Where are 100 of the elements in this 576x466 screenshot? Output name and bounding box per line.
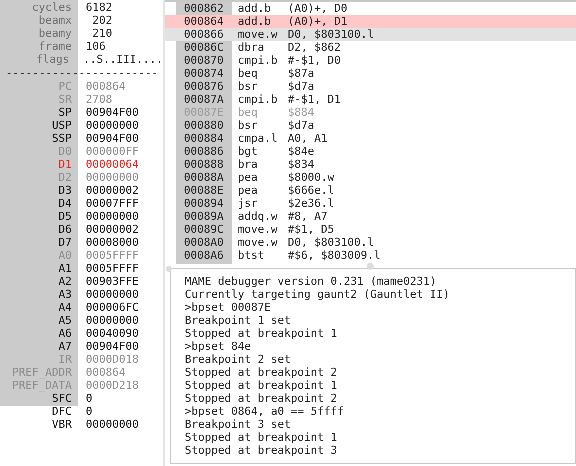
register-name: A5	[58, 314, 72, 327]
field-value: 6182	[86, 1, 112, 14]
register-value: 00000000	[86, 288, 139, 301]
register-name: D1	[58, 158, 72, 171]
mnemonic-cell: bgt	[238, 145, 258, 158]
register-value: 000006FC	[86, 301, 139, 314]
mnemonic-cell: move.w	[238, 236, 278, 249]
register-name: A2	[58, 275, 72, 288]
address-cell: 0008A0	[184, 236, 224, 249]
register-value: 00000002	[86, 184, 139, 197]
register-name: A6	[58, 327, 72, 340]
address-cell: 000888	[184, 158, 224, 171]
field-label: beamy	[38, 27, 72, 40]
mnemonic-cell: cmpa.l	[238, 132, 278, 145]
mnemonic-cell: addq.w	[238, 210, 278, 223]
register-value: 00000000	[86, 210, 139, 223]
register-value: 00000000	[86, 314, 139, 327]
register-value: 00000000	[86, 171, 139, 184]
address-cell: 00087A	[184, 93, 224, 106]
register-name: A3	[58, 288, 72, 301]
register-name: SSP	[52, 132, 72, 145]
operands-cell: D0, $803100.l	[288, 28, 374, 41]
register-name: D6	[58, 223, 72, 236]
address-cell: 00089C	[184, 223, 224, 236]
register-name: A0	[58, 249, 72, 262]
register-name: D0	[58, 145, 72, 158]
register-value: 0005FFFF	[86, 262, 139, 275]
register-value: 00904F00	[86, 340, 139, 353]
mnemonic-cell: pea	[238, 184, 258, 197]
mnemonic-cell: cmpi.b	[238, 54, 278, 67]
register-value: 00000000	[86, 119, 139, 132]
console-line: Stopped at breakpoint 1	[185, 379, 338, 392]
console-line: MAME debugger version 0.231 (mame0231)	[185, 275, 437, 288]
console-line: >bpset 00087E	[185, 301, 272, 314]
cursor-line-highlight[interactable]: 000866 move.w D0, $803100.l	[165, 28, 576, 41]
console-line: Breakpoint 2 set	[185, 353, 291, 366]
operands-cell: $8000.w	[288, 171, 334, 184]
address-cell: 000876	[184, 80, 224, 93]
field-value: 210	[92, 27, 112, 40]
register-name: IR	[58, 353, 72, 366]
operands-cell: A0, A1	[288, 132, 328, 145]
address-cell: 000880	[184, 119, 224, 132]
register-value: 00000002	[86, 223, 139, 236]
console-line: Stopped at breakpoint 2	[185, 392, 338, 405]
splitter-handle-icon[interactable]	[166, 266, 172, 272]
operands-cell: $d7a	[288, 80, 314, 93]
register-value: 00040090	[86, 327, 139, 340]
operands-cell: $84e	[288, 145, 314, 158]
console-line: Stopped at breakpoint 2	[185, 366, 338, 379]
register-name: VBR	[52, 418, 72, 431]
register-value: 0	[86, 405, 93, 418]
address-cell: 00086C	[184, 41, 224, 54]
operands-cell: $2e36.l	[288, 197, 334, 210]
mnemonic-cell: jsr	[238, 197, 258, 210]
field-value: 202	[92, 14, 112, 27]
console-line: Currently targeting gaunt2 (Gauntlet II)	[185, 288, 450, 301]
address-cell: 000894	[184, 197, 224, 210]
register-value: 000000FF	[86, 145, 139, 158]
address-cell: 000870	[184, 54, 224, 67]
operands-cell: #$1, D5	[288, 223, 334, 236]
register-name: A4	[58, 301, 72, 314]
register-value: 2708	[86, 93, 112, 106]
register-name: A1	[58, 262, 72, 275]
current-line-highlight[interactable]: 000864 add.b (A0)+, D1	[165, 15, 576, 28]
operands-cell: $87a	[288, 67, 314, 80]
register-value: 0005FFFF	[86, 249, 139, 262]
mnemonic-cell: cmpi.b	[238, 93, 278, 106]
field-label: frame	[38, 40, 72, 53]
address-cell: 00088E	[184, 184, 224, 197]
address-cell: 000864	[184, 15, 224, 28]
register-name: PREF_ADDR	[12, 366, 72, 379]
mnemonic-cell: bsr	[238, 119, 258, 132]
console-line: Stopped at breakpoint 1	[185, 327, 338, 340]
register-value: 00904F00	[86, 132, 139, 145]
field-label: beamx	[38, 14, 72, 27]
register-value: 00007FFF	[86, 197, 139, 210]
register-value: 0	[86, 392, 93, 405]
register-value: 00000000	[86, 418, 139, 431]
mnemonic-cell: bra	[238, 158, 258, 171]
register-name: USP	[52, 119, 72, 132]
address-cell: 000866	[184, 28, 224, 41]
separator-line: -----------------------	[5, 66, 158, 80]
register-name: A7	[58, 340, 72, 353]
operands-cell: (A0)+, D0	[288, 2, 348, 15]
address-cell: 00088A	[184, 171, 224, 184]
mnemonic-cell: btst	[238, 249, 264, 262]
register-value: 000864	[86, 80, 126, 93]
register-name: D2	[58, 171, 72, 184]
operands-cell: #8, A7	[288, 210, 328, 223]
splitter-handle-icon[interactable]	[367, 263, 374, 270]
register-value: 00000064	[86, 158, 139, 171]
address-cell: 000886	[184, 145, 224, 158]
operands-cell: $884	[288, 106, 314, 119]
mnemonic-cell: beq	[238, 67, 258, 80]
register-name: DFC	[52, 405, 72, 418]
mnemonic-cell: beq	[238, 106, 258, 119]
operands-cell: #$6, $803009.l	[288, 249, 381, 262]
field-label: flags	[36, 53, 70, 66]
mnemonic-cell: move.w	[238, 223, 278, 236]
operands-cell: $d7a	[288, 119, 314, 132]
